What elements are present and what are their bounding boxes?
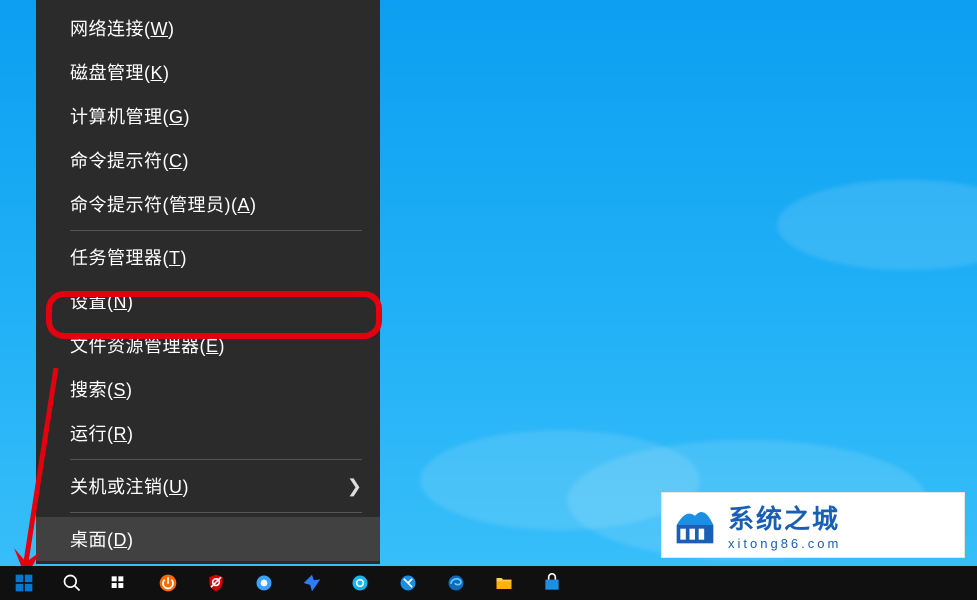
menu-item-label: 命令提示符(C): [70, 147, 189, 173]
menu-item-N[interactable]: 设置(N): [36, 279, 380, 323]
menu-item-label: 计算机管理(G): [70, 103, 190, 129]
cloud-decoration: [420, 430, 700, 530]
menu-separator: [70, 459, 362, 460]
watermark-title: 系统之城: [728, 499, 841, 536]
menu-item-E[interactable]: 文件资源管理器(E): [36, 323, 380, 367]
menu-item-R[interactable]: 运行(R): [36, 411, 380, 455]
task-view-icon[interactable]: [96, 566, 144, 600]
menu-item-label: 磁盘管理(K): [70, 59, 170, 85]
menu-item-label: 设置(N): [70, 288, 134, 314]
power-app-icon[interactable]: [144, 566, 192, 600]
winx-power-menu: 网络连接(W) 磁盘管理(K) 计算机管理(G) 命令提示符(C) 命令提示符(管理员)…: [36, 0, 380, 564]
menu-item-label: 任务管理器(T): [70, 244, 187, 270]
menu-item-T[interactable]: 任务管理器(T): [36, 235, 380, 279]
store-icon[interactable]: [528, 566, 576, 600]
menu-item-C[interactable]: 命令提示符(C): [36, 138, 380, 182]
edge-icon[interactable]: [432, 566, 480, 600]
menu-item-G[interactable]: 计算机管理(G): [36, 94, 380, 138]
start-button[interactable]: [0, 566, 48, 600]
thunderbird-icon[interactable]: [288, 566, 336, 600]
menu-item-K[interactable]: 磁盘管理(K): [36, 50, 380, 94]
chevron-right-icon: ❯: [347, 476, 362, 497]
menu-item-D[interactable]: 桌面(D): [36, 517, 380, 561]
menu-item-label: 关机或注销(U): [70, 473, 189, 499]
menu-item-label: 命令提示符(管理员)(A): [70, 191, 257, 217]
file-explorer-icon[interactable]: [480, 566, 528, 600]
watermark-icon: [672, 502, 718, 548]
qq-icon[interactable]: [336, 566, 384, 600]
menu-item-A[interactable]: 命令提示符(管理员)(A): [36, 182, 380, 226]
cloud-decoration: [777, 180, 977, 270]
browser-globe-icon[interactable]: [384, 566, 432, 600]
search-icon[interactable]: [48, 566, 96, 600]
menu-item-W[interactable]: 网络连接(W): [36, 6, 380, 50]
menu-item-S[interactable]: 搜索(S): [36, 367, 380, 411]
menu-item-U[interactable]: 关机或注销(U) ❯: [36, 464, 380, 508]
shield-icon[interactable]: [192, 566, 240, 600]
watermark-url: xitong86.com: [728, 536, 841, 551]
menu-item-label: 网络连接(W): [70, 15, 175, 41]
drive-icon[interactable]: [240, 566, 288, 600]
menu-item-label: 桌面(D): [70, 526, 134, 552]
menu-item-label: 运行(R): [70, 420, 134, 446]
menu-item-label: 搜索(S): [70, 376, 133, 402]
menu-separator: [70, 230, 362, 231]
taskbar: [0, 566, 977, 600]
menu-item-label: 文件资源管理器(E): [70, 332, 225, 358]
watermark-badge: 系统之城 xitong86.com: [661, 492, 965, 558]
menu-separator: [70, 512, 362, 513]
